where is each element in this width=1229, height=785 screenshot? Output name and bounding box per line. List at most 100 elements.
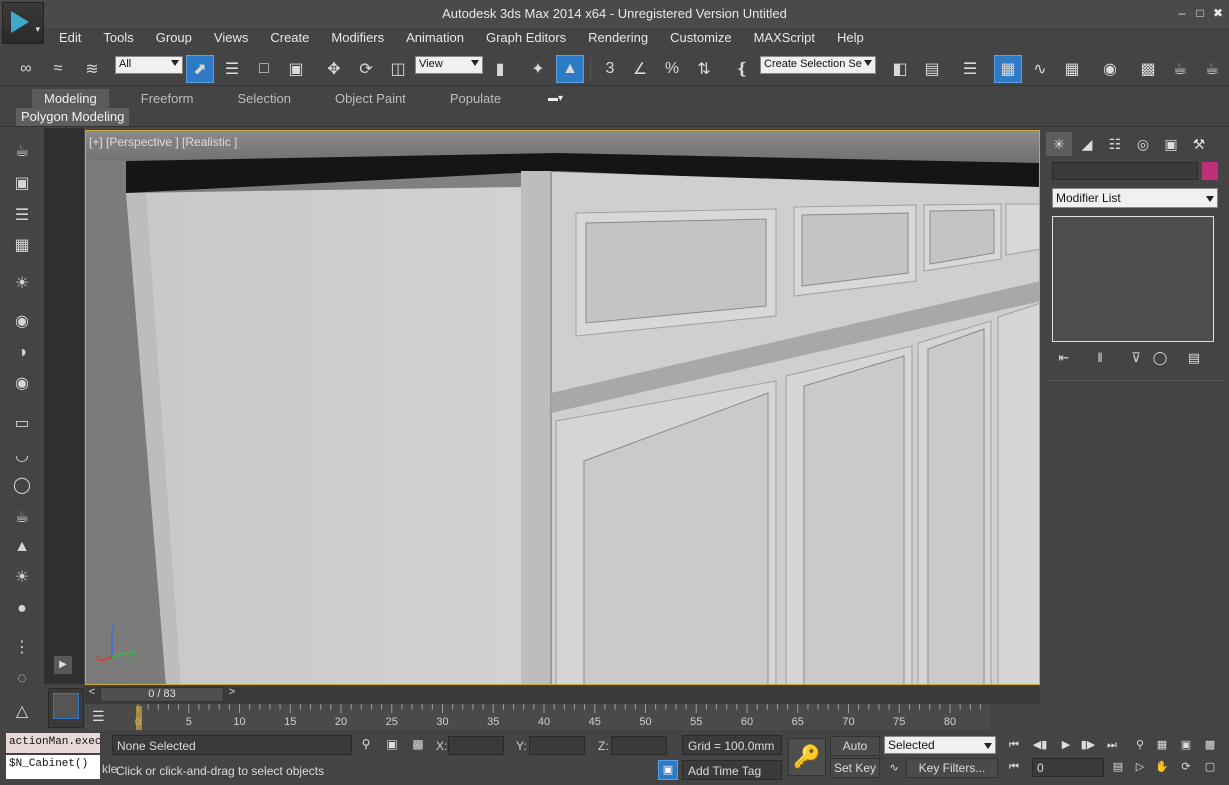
go-to-start-icon[interactable]: ⏮ <box>1004 736 1024 754</box>
rotate-icon[interactable]: ⟳ <box>352 55 380 83</box>
key-icon[interactable]: 🔑 <box>788 738 826 776</box>
helper-icon[interactable]: ◑ <box>8 340 36 366</box>
perspective-viewport[interactable]: [+] [Perspective ] [Realistic ] z y x <box>85 130 1040 685</box>
hemisphere-icon[interactable]: ◡ <box>8 442 36 468</box>
sun-icon[interactable]: ☀ <box>8 564 36 590</box>
tab-object-paint[interactable]: Object Paint <box>323 89 418 109</box>
snapshot-icon[interactable]: △ <box>8 698 36 724</box>
modify-tab-icon[interactable]: ◢ <box>1074 132 1100 156</box>
utilities-tab-icon[interactable]: ⚒ <box>1186 132 1212 156</box>
render-setup-icon[interactable]: ▩ <box>1134 55 1162 83</box>
align-icon[interactable]: ▤ <box>918 55 946 83</box>
snaps-toggle-button[interactable]: 3 <box>596 55 624 83</box>
select-manipulate-icon[interactable]: ✦ <box>524 55 552 83</box>
make-unique-icon[interactable]: ⊽ <box>1126 350 1146 368</box>
tab-freeform[interactable]: Freeform <box>129 89 206 109</box>
z-coordinate-field[interactable] <box>611 736 667 755</box>
time-config-icon[interactable]: ▤ <box>1108 758 1128 776</box>
zoom-all-icon[interactable]: ▦ <box>1152 736 1172 754</box>
time-tag-icon[interactable]: ▣ <box>658 760 678 780</box>
next-key-icon[interactable]: ▮▶ <box>1078 736 1098 754</box>
expand-arrow-icon[interactable]: ▶ <box>53 655 73 675</box>
orbit-icon[interactable]: ⟳ <box>1176 758 1196 776</box>
graphite-toggle-button[interactable]: ▦ <box>994 55 1022 83</box>
light-bulb-icon[interactable]: ☀ <box>8 270 36 296</box>
selection-filter-dropdown[interactable]: All <box>115 56 183 74</box>
menu-rendering[interactable]: Rendering <box>577 28 659 50</box>
named-selection-sets-dropdown[interactable]: Create Selection Se <box>760 56 876 74</box>
pivot-center-icon[interactable]: ▮ <box>486 55 514 83</box>
list-icon[interactable]: ☰ <box>8 202 36 228</box>
modifier-list-dropdown[interactable]: Modifier List <box>1052 188 1218 208</box>
key-mode-dropdown[interactable]: Selected <box>884 736 996 754</box>
material-editor-icon[interactable]: ◉ <box>1096 55 1124 83</box>
paint-icon[interactable]: ◌ <box>8 666 36 692</box>
camera-icon[interactable]: ◉ <box>8 308 36 334</box>
polygon-modeling-panel[interactable]: Polygon Modeling <box>16 108 130 126</box>
torus-icon[interactable]: ◯ <box>8 472 36 498</box>
modifier-stack[interactable] <box>1052 216 1214 342</box>
tab-selection[interactable]: Selection <box>226 89 303 109</box>
isolate-selection-icon[interactable]: ⚲ <box>358 737 374 753</box>
menu-modifiers[interactable]: Modifiers <box>320 28 395 50</box>
set-key-button[interactable]: Set Key <box>830 758 880 778</box>
curve-editor-icon[interactable]: ∿ <box>1026 55 1054 83</box>
window-crossing-icon[interactable]: ▣ <box>282 55 310 83</box>
menu-tools[interactable]: Tools <box>92 28 144 50</box>
menu-help[interactable]: Help <box>826 28 875 50</box>
prev-frame-button[interactable]: < <box>85 686 99 702</box>
sphere-icon[interactable]: ● <box>8 596 36 622</box>
menu-graph-editors[interactable]: Graph Editors <box>475 28 577 50</box>
spinner-snap-icon[interactable]: ⇅ <box>690 55 718 83</box>
configure-sets-icon[interactable]: ▤ <box>1184 350 1204 368</box>
mirror-icon[interactable]: ◧ <box>886 55 914 83</box>
open-mini-curve-editor-icon[interactable]: ☰ <box>92 708 116 728</box>
maximize-button[interactable]: □ <box>1192 5 1208 21</box>
key-curve-icon[interactable]: ∿ <box>884 759 904 777</box>
show-end-result-icon[interactable]: ‖ <box>1090 350 1110 368</box>
maxscript-listener-output[interactable]: actionMan.execu <box>6 733 100 753</box>
bind-spacewarp-icon[interactable]: ≋ <box>78 55 106 83</box>
time-slider-handle[interactable]: 0 / 83 <box>100 687 224 702</box>
zoom-extents-icon[interactable]: ▣ <box>1176 736 1196 754</box>
menu-customize[interactable]: Customize <box>659 28 742 50</box>
object-color-swatch[interactable] <box>1202 162 1218 180</box>
percent-snap-button[interactable]: % <box>658 55 686 83</box>
keyboard-shortcut-override-button[interactable]: ▲ <box>556 55 584 83</box>
zoom-extents-all-icon[interactable]: ▩ <box>1200 736 1220 754</box>
plane-icon[interactable]: ▭ <box>8 410 36 436</box>
cone-icon[interactable]: ▲ <box>8 534 36 560</box>
edit-named-selection-icon[interactable]: ❴ <box>728 55 756 83</box>
pan-icon[interactable]: ✋ <box>1152 758 1172 776</box>
maximize-viewport-icon[interactable]: ▢ <box>1200 758 1220 776</box>
current-frame-field[interactable]: 0 <box>1032 758 1104 777</box>
menu-views[interactable]: Views <box>203 28 259 50</box>
minimize-button[interactable]: – <box>1174 5 1190 21</box>
particles-icon[interactable]: ⋮ <box>8 634 36 660</box>
y-coordinate-field[interactable] <box>529 736 585 755</box>
close-button[interactable]: ✖ <box>1210 5 1226 21</box>
zoom-icon[interactable]: ⚲ <box>1130 736 1150 754</box>
move-icon[interactable]: ✥ <box>320 55 348 83</box>
add-time-tag-button[interactable]: Add Time Tag <box>682 760 782 780</box>
x-coordinate-field[interactable] <box>448 736 504 755</box>
angle-snap-icon[interactable]: ∠ <box>626 55 654 83</box>
object-name-field[interactable] <box>1052 162 1198 180</box>
rendered-frame-icon[interactable]: ☕ <box>1166 55 1194 83</box>
reference-coord-dropdown[interactable]: View <box>415 56 483 74</box>
menu-animation[interactable]: Animation <box>395 28 475 50</box>
pin-stack-icon[interactable]: ⇤ <box>1054 350 1074 368</box>
grid-table-icon[interactable]: ▦ <box>8 232 36 258</box>
remove-modifier-icon[interactable]: ◯ <box>1150 350 1170 368</box>
previous-key-icon[interactable]: ◀▮ <box>1030 736 1050 754</box>
go-to-end-icon[interactable]: ⏭ <box>1102 736 1122 754</box>
teapot-wire-icon[interactable]: ☕ <box>8 504 36 530</box>
viewport-label[interactable]: [+] [Perspective ] [Realistic ] <box>89 135 237 149</box>
render-production-icon[interactable]: ☕ <box>1198 55 1226 83</box>
key-mode-toggle-icon[interactable]: ⏮ <box>1004 758 1024 776</box>
menu-create[interactable]: Create <box>259 28 320 50</box>
scale-icon[interactable]: ◫ <box>384 55 412 83</box>
viewport-layout-preview[interactable] <box>48 688 84 728</box>
play-icon[interactable]: ▶ <box>1056 736 1076 754</box>
field-of-view-icon[interactable]: ▷ <box>1130 758 1150 776</box>
